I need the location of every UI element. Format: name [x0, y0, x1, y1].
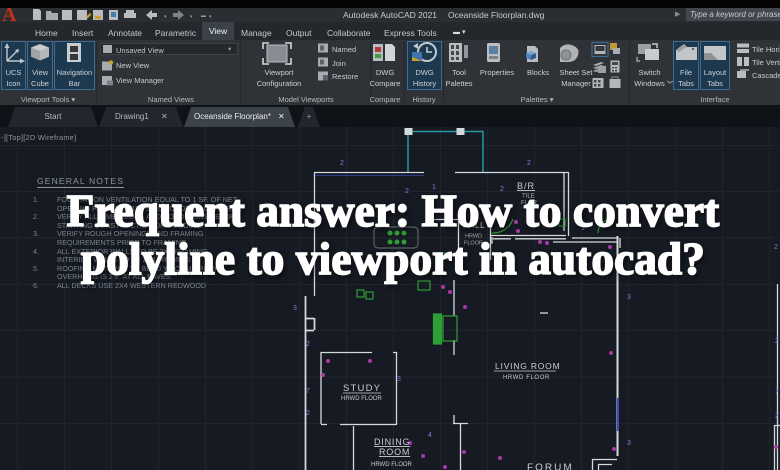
svg-text:DINING: DINING: [374, 437, 410, 447]
svg-text:ROOM: ROOM: [379, 447, 410, 457]
svg-text:3: 3: [397, 376, 401, 383]
svg-text:LIVING ROOM: LIVING ROOM: [495, 361, 560, 371]
svg-text:▾: ▾: [190, 14, 193, 20]
svg-text:▾: ▾: [209, 14, 212, 20]
svg-text:STUDY: STUDY: [343, 383, 381, 394]
svg-text:2: 2: [340, 160, 344, 167]
svg-text:2: 2: [306, 410, 310, 417]
svg-text:HRWD FLOOR: HRWD FLOOR: [503, 375, 550, 381]
svg-text:2: 2: [306, 341, 310, 348]
svg-text:FORUM: FORUM: [527, 463, 574, 470]
svg-text:7: 7: [306, 388, 310, 395]
svg-text:▾: ▾: [164, 14, 167, 20]
svg-text:HRWD FLOOR: HRWD FLOOR: [341, 396, 383, 402]
svg-text:2: 2: [775, 413, 779, 420]
svg-text:3: 3: [627, 440, 631, 447]
svg-text:3: 3: [627, 294, 631, 301]
svg-text:3: 3: [293, 305, 297, 312]
svg-text:2: 2: [527, 160, 531, 167]
svg-text:▬: ▬: [201, 13, 206, 19]
svg-text:4: 4: [428, 432, 432, 439]
svg-text:2: 2: [775, 338, 779, 345]
svg-text:HRWD FLOOR: HRWD FLOOR: [371, 462, 413, 468]
svg-text:7: 7: [775, 389, 779, 396]
